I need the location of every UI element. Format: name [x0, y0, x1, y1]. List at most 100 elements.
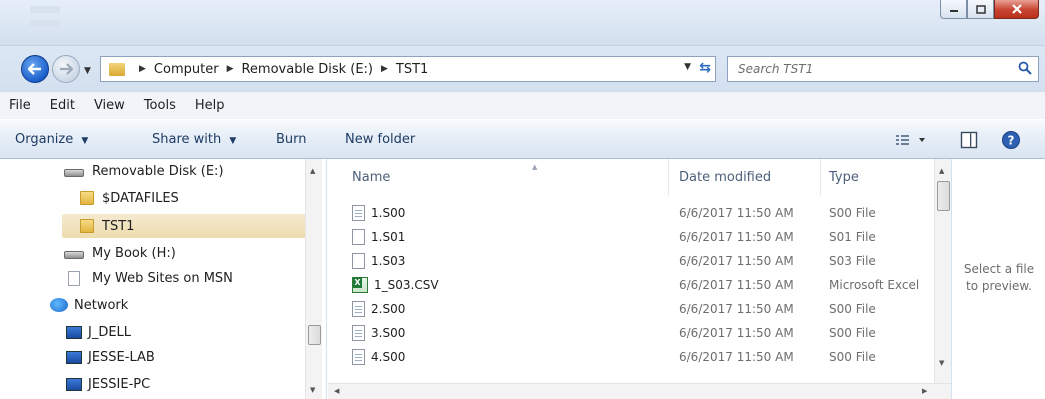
nav-item-label: $DATAFILES: [102, 190, 179, 206]
column-header-label: Type: [829, 169, 859, 185]
scroll-down-icon[interactable]: ▼: [939, 359, 944, 367]
forward-button[interactable]: [52, 55, 80, 83]
search-input[interactable]: [738, 57, 1008, 81]
nav-item-label: Removable Disk (E:): [92, 163, 224, 179]
column-header-name[interactable]: Name: [344, 159, 669, 195]
breadcrumb-separator-icon[interactable]: ▶: [381, 64, 388, 74]
file-date: 6/6/2017 11:50 AM: [679, 254, 794, 268]
nav-item-my-book[interactable]: My Book (H:): [64, 241, 176, 265]
recent-pages-dropdown[interactable]: ▼: [84, 66, 91, 76]
nav-item-my-web-sites[interactable]: My Web Sites on MSN: [68, 266, 233, 290]
file-name: 1_S03.CSV: [374, 278, 439, 292]
new-folder-label: New folder: [345, 132, 416, 147]
breadcrumb-computer[interactable]: Computer: [154, 62, 219, 77]
new-folder-button[interactable]: New folder: [345, 132, 415, 147]
help-icon: ?: [1002, 131, 1020, 149]
nav-item-label: My Book (H:): [92, 245, 176, 261]
search-icon[interactable]: [1018, 61, 1032, 75]
address-bar[interactable]: ▶ Computer ▶ Removable Disk (E:) ▶ TST1 …: [100, 56, 716, 82]
view-list-icon: [896, 135, 925, 145]
nav-item-jessie-pc[interactable]: JESSIE-PC: [66, 372, 150, 396]
nav-item-label: J_DELL: [88, 324, 132, 340]
file-date: 6/6/2017 11:50 AM: [679, 230, 794, 244]
change-view-button[interactable]: [895, 133, 927, 150]
breadcrumb-separator-icon[interactable]: ▶: [227, 64, 234, 74]
column-header-type[interactable]: Type: [821, 159, 934, 195]
file-row[interactable]: 2.S00 6/6/2017 11:50 AM S00 File: [328, 297, 934, 321]
nav-item-network[interactable]: Network: [50, 293, 128, 317]
file-row[interactable]: 1_S03.CSV 6/6/2017 11:50 AM Microsoft Ex…: [328, 273, 934, 297]
file-type: S00 File: [829, 326, 876, 340]
maximize-button[interactable]: [967, 0, 994, 19]
computer-icon: [66, 350, 82, 364]
file-date: 6/6/2017 11:50 AM: [679, 278, 794, 292]
breadcrumb-separator-icon[interactable]: ▶: [139, 64, 146, 74]
file-type: S00 File: [829, 302, 876, 316]
scroll-up-icon[interactable]: ▲: [310, 167, 315, 175]
file-row[interactable]: 1.S00 6/6/2017 11:50 AM S00 File: [328, 201, 934, 225]
nav-item-label: Network: [74, 297, 129, 313]
file-type: S03 File: [829, 254, 876, 268]
file-date: 6/6/2017 11:50 AM: [679, 350, 794, 364]
nav-item-label: JESSE-LAB: [88, 349, 155, 365]
nav-item-tst1[interactable]: TST1: [62, 214, 313, 238]
close-button[interactable]: [994, 0, 1039, 19]
breadcrumb-tst1[interactable]: TST1: [396, 62, 428, 77]
share-with-button[interactable]: Share with ▼: [152, 132, 236, 147]
search-box: [727, 56, 1039, 82]
file-type: S00 File: [829, 350, 876, 364]
file-row[interactable]: 4.S00 6/6/2017 11:50 AM S00 File: [328, 345, 934, 367]
file-row[interactable]: 3.S00 6/6/2017 11:50 AM S00 File: [328, 321, 934, 345]
file-date: 6/6/2017 11:50 AM: [679, 206, 794, 220]
address-history-dropdown[interactable]: ▼: [684, 62, 691, 72]
menu-help[interactable]: Help: [195, 98, 225, 113]
file-date: 6/6/2017 11:50 AM: [679, 326, 794, 340]
refresh-icon[interactable]: ⇆: [699, 60, 711, 76]
help-button[interactable]: ?: [1001, 130, 1021, 153]
burn-button[interactable]: Burn: [276, 132, 307, 147]
nav-item-removable-disk[interactable]: Removable Disk (E:): [64, 159, 224, 183]
file-name: 4.S00: [371, 350, 406, 364]
blank-file-icon: [352, 253, 365, 269]
maximize-icon: [975, 4, 986, 14]
nav-scrollbar[interactable]: ▲ ▼: [305, 159, 322, 399]
organize-button[interactable]: Organize ▼: [15, 132, 88, 147]
command-bar: Organize ▼ Share with ▼ Burn New folder …: [0, 119, 1045, 159]
file-list-horizontal-scrollbar[interactable]: ◀ ▶: [328, 383, 951, 399]
computer-icon: [66, 377, 82, 391]
scroll-left-icon[interactable]: ◀: [334, 387, 339, 395]
address-row: ▼ ▶ Computer ▶ Removable Disk (E:) ▶ TST…: [0, 46, 1045, 91]
chevron-down-icon: ▼: [81, 136, 89, 146]
preview-pane-icon: [960, 131, 978, 149]
preview-pane-button[interactable]: [960, 131, 978, 152]
nav-item-datafiles[interactable]: $DATAFILES: [80, 186, 179, 210]
menu-edit[interactable]: Edit: [50, 98, 75, 113]
organize-label: Organize: [15, 132, 74, 147]
file-type: Microsoft Excel: [829, 278, 920, 292]
menu-tools[interactable]: Tools: [144, 98, 176, 113]
share-with-label: Share with: [152, 132, 222, 147]
file-row[interactable]: 1.S01 6/6/2017 11:50 AM S01 File: [328, 225, 934, 249]
nav-item-label: TST1: [102, 218, 135, 234]
file-list-scroll-thumb[interactable]: [937, 181, 950, 211]
nav-item-j-dell[interactable]: J_DELL: [66, 320, 131, 344]
preview-message: Select a file to preview.: [963, 262, 1035, 293]
back-button[interactable]: [21, 55, 49, 83]
breadcrumb-removable-disk[interactable]: Removable Disk (E:): [241, 62, 373, 77]
minimize-button[interactable]: [940, 0, 967, 19]
column-header-label: Name: [352, 169, 391, 185]
scroll-right-icon[interactable]: ▶: [922, 387, 927, 395]
menu-view[interactable]: View: [94, 98, 125, 113]
navigation-pane: Removable Disk (E:) $DATAFILES TST1 My B…: [0, 159, 327, 399]
scroll-up-icon[interactable]: ▲: [939, 167, 944, 175]
file-row[interactable]: 1.S03 6/6/2017 11:50 AM S03 File: [328, 249, 934, 273]
menu-file[interactable]: File: [9, 98, 31, 113]
file-list-vertical-scrollbar[interactable]: ▲ ▼: [934, 159, 951, 383]
column-header-date[interactable]: Date modified: [671, 159, 821, 195]
scroll-down-icon[interactable]: ▼: [310, 386, 315, 394]
nav-scroll-thumb[interactable]: [308, 325, 321, 345]
file-name: 1.S03: [371, 254, 406, 268]
nav-item-jesse-lab[interactable]: JESSE-LAB: [66, 345, 155, 369]
sort-ascending-icon: ▲: [532, 163, 538, 171]
drive-icon: [64, 169, 84, 177]
